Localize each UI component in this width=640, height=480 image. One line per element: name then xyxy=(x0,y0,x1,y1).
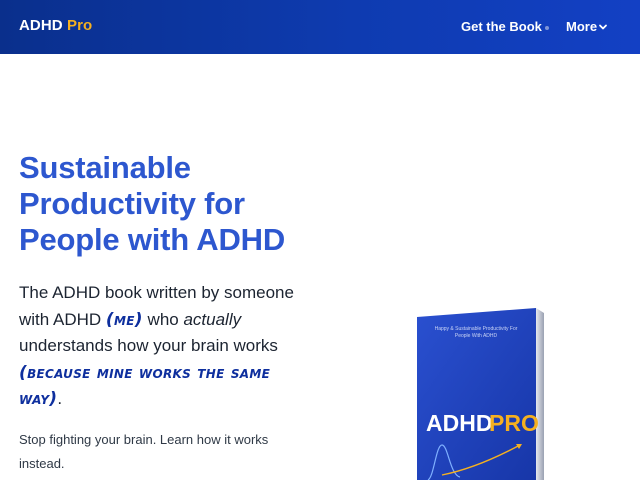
logo-accent-text: Pro xyxy=(67,17,93,34)
book-tagline-line: People With ADHD xyxy=(455,333,498,339)
hero-title-line: Sustainable xyxy=(19,150,191,185)
lead-text: who xyxy=(142,309,184,329)
lead-emphasis-actually: actually xyxy=(183,309,242,329)
logo-text: ADHD xyxy=(19,17,63,34)
nav-separator-dot-icon xyxy=(545,26,549,30)
hero-subtext: Stop fighting your brain. Learn how it w… xyxy=(19,428,339,476)
book-spine xyxy=(536,308,544,480)
hero-title: Sustainable Productivity for People with… xyxy=(19,150,359,258)
top-navigation-bar: ADHD Pro Get the Book More xyxy=(0,0,640,54)
subtext-line: instead. xyxy=(19,456,65,471)
lead-line: The ADHD book written by someone xyxy=(19,283,294,302)
chevron-down-icon[interactable] xyxy=(598,22,608,32)
lead-handwritten-me: (me) xyxy=(105,309,143,330)
book-title-main: ADHD xyxy=(426,410,492,436)
book-title-accent: PRO xyxy=(489,410,539,436)
book-cover-image: Happy & Sustainable Productivity For Peo… xyxy=(417,308,544,480)
nav-more-menu[interactable]: More xyxy=(566,19,597,34)
lead-line: with ADHD (me) who actually xyxy=(19,307,339,334)
lead-handwritten-aside-end: way) xyxy=(19,389,58,409)
hero-title-line: People with ADHD xyxy=(19,222,286,257)
lead-line: understands how your brain works xyxy=(19,336,278,355)
lead-text: with ADHD xyxy=(19,309,106,329)
lead-handwritten-aside: (because mine works the same xyxy=(19,362,271,383)
lead-period: . xyxy=(57,389,63,408)
book-tagline-line: Happy & Sustainable Productivity For xyxy=(435,326,518,332)
lead-line: way). xyxy=(19,386,339,413)
site-logo[interactable]: ADHD Pro xyxy=(19,17,92,34)
hero-title-line: Productivity for xyxy=(19,186,245,221)
nav-get-the-book-link[interactable]: Get the Book xyxy=(461,19,542,34)
hero-lead-paragraph: The ADHD book written by someone with AD… xyxy=(19,280,339,413)
subtext-line: Stop fighting your brain. Learn how it w… xyxy=(19,432,269,447)
